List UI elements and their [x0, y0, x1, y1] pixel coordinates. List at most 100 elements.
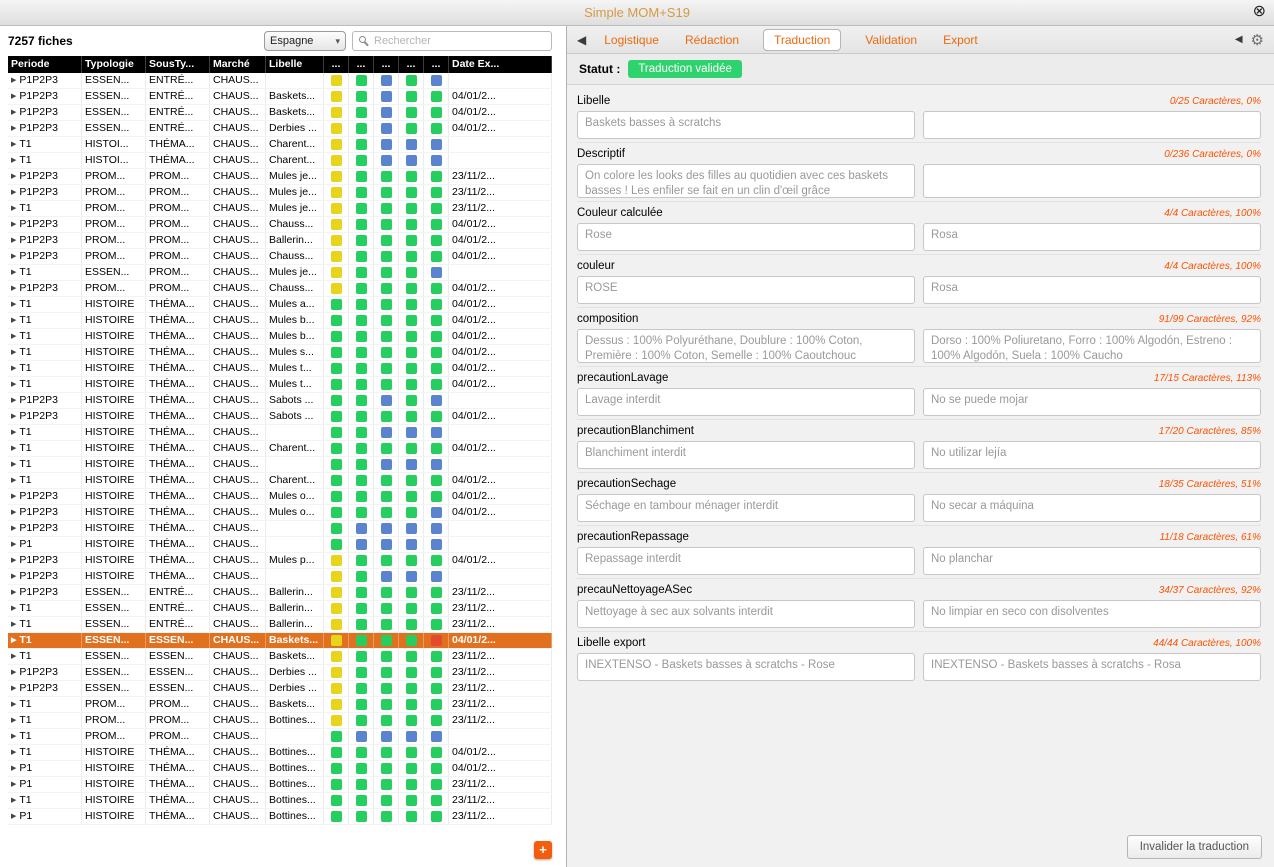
- table-row[interactable]: ▶P1P2P3ESSEN...ENTRÉ...CHAUS...Baskets..…: [8, 105, 552, 121]
- expand-arrow-icon[interactable]: ▶: [11, 329, 16, 344]
- invalidate-translation-button[interactable]: Invalider la traduction: [1127, 835, 1262, 859]
- field-input-fr[interactable]: Dessus : 100% Polyuréthane, Doublure : 1…: [577, 329, 915, 363]
- expand-arrow-icon[interactable]: ▶: [11, 521, 16, 536]
- expand-arrow-icon[interactable]: ▶: [11, 153, 16, 168]
- tab-validation[interactable]: Validation: [863, 30, 919, 50]
- table-row[interactable]: ▶P1P2P3ESSEN...ENTRÉ...CHAUS...: [8, 73, 552, 89]
- column-header-9[interactable]: ...: [424, 56, 449, 73]
- add-button[interactable]: +: [534, 841, 552, 859]
- table-row[interactable]: ▶P1HISTOIRETHÉMA...CHAUS...Bottines...04…: [8, 761, 552, 777]
- table-row[interactable]: ▶P1P2P3HISTOIRETHÉMA...CHAUS...: [8, 569, 552, 585]
- table-row[interactable]: ▶T1HISTOIRETHÉMA...CHAUS...: [8, 425, 552, 441]
- expand-arrow-icon[interactable]: ▶: [11, 681, 16, 696]
- field-input-es[interactable]: No secar a máquina: [923, 494, 1261, 522]
- table-row[interactable]: ▶T1PROM...PROM...CHAUS...Baskets...23/11…: [8, 697, 552, 713]
- tab-rédaction[interactable]: Rédaction: [683, 30, 741, 50]
- expand-arrow-icon[interactable]: ▶: [11, 409, 16, 424]
- expand-arrow-icon[interactable]: ▶: [11, 489, 16, 504]
- table-row[interactable]: ▶P1P2P3ESSEN...ENTRÉ...CHAUS...Ballerin.…: [8, 585, 552, 601]
- field-input-fr[interactable]: INEXTENSO - Baskets basses à scratchs - …: [577, 653, 915, 681]
- table-row[interactable]: ▶T1HISTOIRETHÉMA...CHAUS...Mules b...04/…: [8, 329, 552, 345]
- expand-arrow-icon[interactable]: ▶: [11, 633, 16, 648]
- table-row[interactable]: ▶T1ESSEN...ESSEN...CHAUS...Baskets...23/…: [8, 649, 552, 665]
- expand-arrow-icon[interactable]: ▶: [11, 201, 16, 216]
- expand-arrow-icon[interactable]: ▶: [11, 281, 16, 296]
- table-row[interactable]: ▶T1ESSEN...ENTRÉ...CHAUS...Ballerin...23…: [8, 617, 552, 633]
- table-row[interactable]: ▶P1P2P3ESSEN...ENTRÉ...CHAUS...Baskets..…: [8, 89, 552, 105]
- table-row[interactable]: ▶T1HISTOIRETHÉMA...CHAUS...Mules s...04/…: [8, 345, 552, 361]
- table-row[interactable]: ▶P1P2P3HISTOIRETHÉMA...CHAUS...Mules o..…: [8, 489, 552, 505]
- field-input-fr[interactable]: Blanchiment interdit: [577, 441, 915, 469]
- expand-arrow-icon[interactable]: ▶: [11, 265, 16, 280]
- expand-arrow-icon[interactable]: ▶: [11, 121, 16, 136]
- table-row[interactable]: ▶P1P2P3ESSEN...ESSEN...CHAUS...Derbies .…: [8, 665, 552, 681]
- expand-arrow-icon[interactable]: ▶: [11, 169, 16, 184]
- expand-arrow-icon[interactable]: ▶: [11, 745, 16, 760]
- table-row[interactable]: ▶T1HISTOI...THÉMA...CHAUS...Charent...: [8, 153, 552, 169]
- expand-arrow-icon[interactable]: ▶: [11, 809, 16, 824]
- column-header-5[interactable]: ...: [324, 56, 349, 73]
- column-header-1[interactable]: Typologie: [82, 56, 146, 73]
- table-row[interactable]: ▶P1P2P3ESSEN...ENTRÉ...CHAUS...Derbies .…: [8, 121, 552, 137]
- expand-arrow-icon[interactable]: ▶: [11, 425, 16, 440]
- expand-arrow-icon[interactable]: ▶: [11, 761, 16, 776]
- column-header-7[interactable]: ...: [374, 56, 399, 73]
- field-input-es[interactable]: Dorso : 100% Poliuretano, Forro : 100% A…: [923, 329, 1261, 363]
- table-row[interactable]: ▶T1PROM...PROM...CHAUS...Mules je...23/1…: [8, 201, 552, 217]
- table-row[interactable]: ▶P1P2P3HISTOIRETHÉMA...CHAUS...Mules p..…: [8, 553, 552, 569]
- table-row[interactable]: ▶T1HISTOIRETHÉMA...CHAUS...Charent...04/…: [8, 473, 552, 489]
- expand-arrow-icon[interactable]: ▶: [11, 217, 16, 232]
- field-input-es[interactable]: No utilizar lejía: [923, 441, 1261, 469]
- expand-arrow-icon[interactable]: ▶: [11, 601, 16, 616]
- table-row[interactable]: ▶T1HISTOIRETHÉMA...CHAUS...Bottines...04…: [8, 745, 552, 761]
- table-row[interactable]: ▶P1P2P3HISTOIRETHÉMA...CHAUS...Mules o..…: [8, 505, 552, 521]
- expand-arrow-icon[interactable]: ▶: [11, 249, 16, 264]
- table-row[interactable]: ▶T1ESSEN...PROM...CHAUS...Mules je...: [8, 265, 552, 281]
- field-input-es[interactable]: No limpiar en seco con disolventes: [923, 600, 1261, 628]
- expand-arrow-icon[interactable]: ▶: [11, 457, 16, 472]
- column-header-0[interactable]: Periode: [8, 56, 82, 73]
- field-input-fr[interactable]: Lavage interdit: [577, 388, 915, 416]
- table-row[interactable]: ▶P1P2P3PROM...PROM...CHAUS...Chauss...04…: [8, 249, 552, 265]
- expand-arrow-icon[interactable]: ▶: [11, 393, 16, 408]
- field-input-es[interactable]: Rosa: [923, 223, 1261, 251]
- expand-arrow-icon[interactable]: ▶: [11, 73, 16, 88]
- collapse-arrow-icon[interactable]: ◀: [1235, 34, 1243, 45]
- expand-arrow-icon[interactable]: ▶: [11, 89, 16, 104]
- expand-arrow-icon[interactable]: ▶: [11, 585, 16, 600]
- field-input-fr[interactable]: Baskets basses à scratchs: [577, 111, 915, 139]
- column-header-10[interactable]: Date Ex...: [449, 56, 552, 73]
- field-input-fr[interactable]: On colore les looks des filles au quotid…: [577, 164, 915, 198]
- column-header-3[interactable]: Marché: [210, 56, 266, 73]
- table-row[interactable]: ▶P1P2P3HISTOIRETHÉMA...CHAUS...Sabots ..…: [8, 409, 552, 425]
- expand-arrow-icon[interactable]: ▶: [11, 185, 16, 200]
- table-row[interactable]: ▶P1P2P3PROM...PROM...CHAUS...Chauss...04…: [8, 217, 552, 233]
- table-row[interactable]: ▶P1P2P3PROM...PROM...CHAUS...Mules je...…: [8, 185, 552, 201]
- gear-icon[interactable]: ⚙: [1251, 31, 1264, 49]
- tab-export[interactable]: Export: [941, 30, 980, 50]
- expand-arrow-icon[interactable]: ▶: [11, 505, 16, 520]
- table-row[interactable]: ▶T1HISTOI...THÉMA...CHAUS...Charent...: [8, 137, 552, 153]
- table-row[interactable]: ▶T1HISTOIRETHÉMA...CHAUS...Bottines...23…: [8, 793, 552, 809]
- expand-arrow-icon[interactable]: ▶: [11, 617, 16, 632]
- table-row[interactable]: ▶T1ESSEN...ESSEN...CHAUS...Baskets...04/…: [8, 633, 552, 649]
- expand-arrow-icon[interactable]: ▶: [11, 105, 16, 120]
- table-row[interactable]: ▶P1HISTOIRETHÉMA...CHAUS...Bottines...23…: [8, 809, 552, 825]
- table-row[interactable]: ▶T1HISTOIRETHÉMA...CHAUS...Mules t...04/…: [8, 377, 552, 393]
- table-row[interactable]: ▶P1P2P3HISTOIRETHÉMA...CHAUS...Sabots ..…: [8, 393, 552, 409]
- back-arrow-icon[interactable]: ◀: [577, 33, 586, 47]
- table-row[interactable]: ▶T1HISTOIRETHÉMA...CHAUS...: [8, 457, 552, 473]
- expand-arrow-icon[interactable]: ▶: [11, 713, 16, 728]
- table-row[interactable]: ▶P1P2P3HISTOIRETHÉMA...CHAUS...: [8, 521, 552, 537]
- expand-arrow-icon[interactable]: ▶: [11, 553, 16, 568]
- field-input-fr[interactable]: Repassage interdit: [577, 547, 915, 575]
- field-input-fr[interactable]: Séchage en tambour ménager interdit: [577, 494, 915, 522]
- table-row[interactable]: ▶T1HISTOIRETHÉMA...CHAUS...Charent...04/…: [8, 441, 552, 457]
- table-row[interactable]: ▶P1P2P3PROM...PROM...CHAUS...Mules je...…: [8, 169, 552, 185]
- table-row[interactable]: ▶P1HISTOIRETHÉMA...CHAUS...Bottines...23…: [8, 777, 552, 793]
- expand-arrow-icon[interactable]: ▶: [11, 377, 16, 392]
- expand-arrow-icon[interactable]: ▶: [11, 441, 16, 456]
- table-row[interactable]: ▶T1HISTOIRETHÉMA...CHAUS...Mules a...04/…: [8, 297, 552, 313]
- search-input[interactable]: [352, 31, 552, 51]
- table-row[interactable]: ▶T1PROM...PROM...CHAUS...: [8, 729, 552, 745]
